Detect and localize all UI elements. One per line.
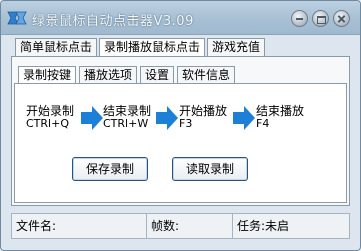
step-end-playback: 结束播放 F4 [256,104,304,130]
arrow-right-icon [156,106,178,130]
step-label: 开始录制 [26,104,75,118]
minimize-icon[interactable] [291,10,308,27]
app-window: 绿景鼠标自动点击器V3.09 简单鼠标点击 录制播放鼠标点击 游戏充值 录制按键… [0,0,361,251]
step-hotkey: CTRl+Q [26,117,69,130]
tab-game-recharge[interactable]: 游戏充值 [207,38,266,56]
record-keys-panel: 开始录制 CTRl+Q 结束录制 CTRl+W 开始播放 F3 结束播放 F4 … [14,83,347,203]
title-bar[interactable]: 绿景鼠标自动点击器V3.09 [1,1,360,35]
load-recording-button[interactable]: 读取录制 [172,157,248,181]
arrow-right-icon [233,106,255,130]
step-label: 开始播放 [179,104,228,118]
tab-software-info[interactable]: 软件信息 [177,66,236,84]
tab-record-playback[interactable]: 录制播放鼠标点击 [99,38,206,57]
step-hotkey: F3 [179,117,193,130]
step-start-playback: 开始播放 F3 [179,104,227,130]
maximize-icon[interactable] [312,10,329,27]
window-title: 绿景鼠标自动点击器V3.09 [32,14,194,29]
status-frames: 帧数: [151,219,180,233]
tab-settings[interactable]: 设置 [140,66,175,84]
tab-playback-options[interactable]: 播放选项 [79,66,138,84]
step-label: 结束播放 [256,104,305,118]
tab-simple-click[interactable]: 简单鼠标点击 [15,38,98,56]
sub-tab-bar: 录制按键 播放选项 设置 软件信息 [18,66,238,85]
status-task: 任务:未启 [237,219,290,233]
step-hotkey: CTRl+W [103,117,149,130]
arrow-right-icon [81,106,103,130]
status-filename: 文件名: [16,219,57,233]
step-end-record: 结束录制 CTRl+W [103,104,151,130]
save-recording-button[interactable]: 保存录制 [72,157,148,181]
step-label: 结束录制 [103,104,152,118]
step-hotkey: F4 [256,117,270,130]
main-tab-bar: 简单鼠标点击 录制播放鼠标点击 游戏充值 [15,38,267,57]
status-bar: 文件名: 帧数: 任务:未启 [11,213,350,239]
app-logo-icon [7,11,27,25]
record-playback-panel: 录制按键 播放选项 设置 软件信息 开始录制 CTRl+Q 结束录制 CTRl+… [11,56,350,206]
close-icon[interactable] [333,10,350,27]
step-start-record: 开始录制 CTRl+Q [26,104,74,130]
